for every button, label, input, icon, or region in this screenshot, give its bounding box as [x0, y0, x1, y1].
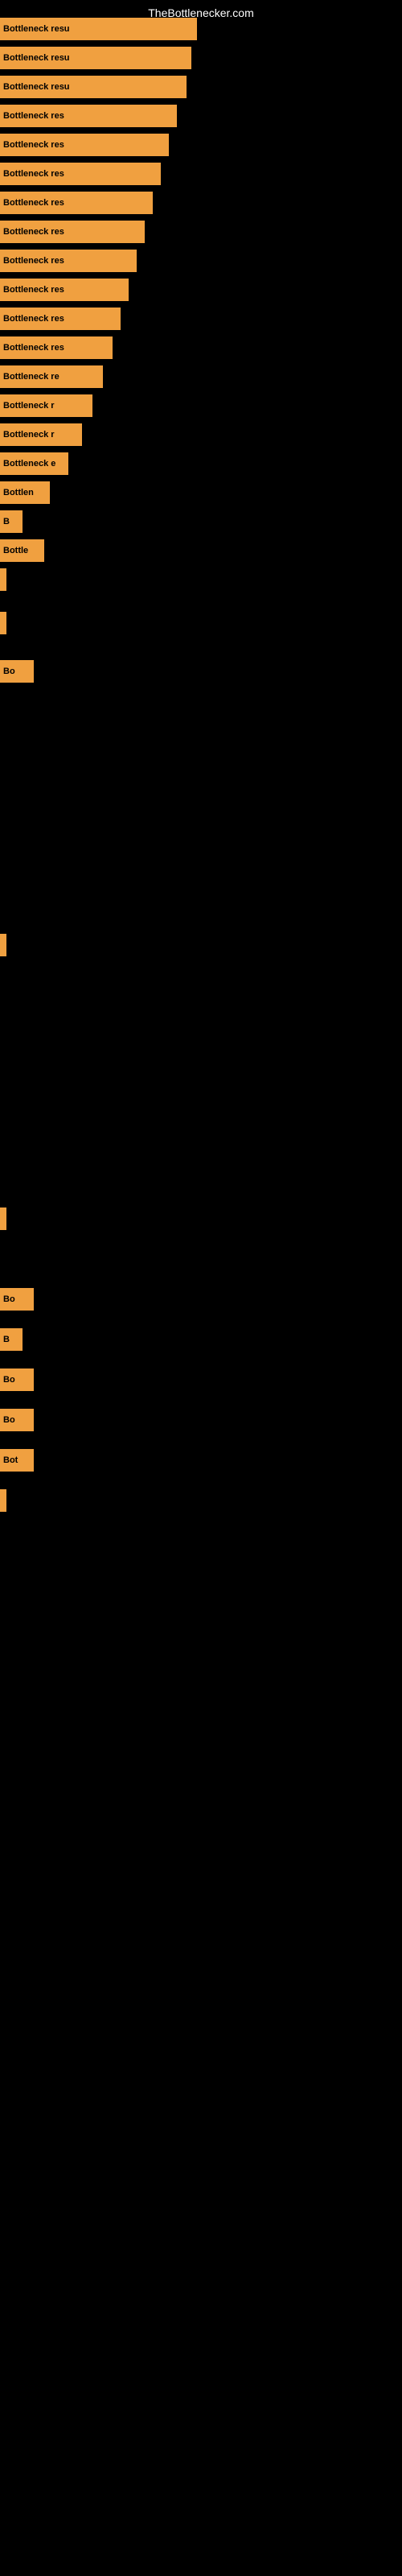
bar-label: Bottleneck r	[3, 401, 55, 411]
bar-label: Bottleneck resu	[3, 53, 70, 63]
bar-item: B	[0, 1328, 23, 1351]
bar-item: Bo	[0, 1368, 34, 1391]
bar-item	[0, 1208, 6, 1230]
bar-item: B	[0, 510, 23, 533]
bar-label: Bottleneck e	[3, 459, 55, 469]
bar-label: Bottleneck res	[3, 256, 64, 266]
bar-label: Bo	[3, 1415, 15, 1425]
bar-item	[0, 934, 6, 956]
bar-item: Bottleneck res	[0, 163, 161, 185]
bar-label: Bo	[3, 1294, 15, 1304]
bar-label: Bottleneck res	[3, 314, 64, 324]
bar-label: B	[3, 517, 10, 526]
bar-item: Bot	[0, 1449, 34, 1472]
bar-label: Bo	[3, 667, 15, 676]
bar-item: Bottleneck re	[0, 365, 103, 388]
bar-label: Bot	[3, 1455, 18, 1465]
bar-item: Bottleneck res	[0, 134, 169, 156]
bar-item: Bo	[0, 1409, 34, 1431]
bar-label: B	[3, 1335, 10, 1344]
bar-label: Bottleneck res	[3, 140, 64, 150]
bar-item: Bottleneck res	[0, 279, 129, 301]
bar-item: Bottleneck resu	[0, 18, 197, 40]
bar-item: Bo	[0, 660, 34, 683]
bar-label: Bottleneck res	[3, 343, 64, 353]
bar-item: Bottleneck r	[0, 394, 92, 417]
bar-item: Bottleneck res	[0, 192, 153, 214]
bar-label: Bottlen	[3, 488, 34, 497]
bar-item: Bottlen	[0, 481, 50, 504]
bar-label: Bottleneck res	[3, 198, 64, 208]
bar-item: Bo	[0, 1288, 34, 1311]
bar-item	[0, 1489, 6, 1512]
bar-label: Bottle	[3, 546, 28, 555]
bar-item: Bottleneck res	[0, 105, 177, 127]
bar-label: Bottleneck res	[3, 285, 64, 295]
bar-item: Bottleneck res	[0, 336, 113, 359]
bar-item: Bottleneck res	[0, 250, 137, 272]
bar-item: Bottleneck res	[0, 221, 145, 243]
bar-label: Bottleneck re	[3, 372, 59, 382]
bar-label: Bottleneck res	[3, 169, 64, 179]
bar-label: Bottleneck resu	[3, 82, 70, 92]
bar-item: Bottleneck resu	[0, 76, 187, 98]
bar-item: Bottleneck resu	[0, 47, 191, 69]
bar-item: Bottleneck e	[0, 452, 68, 475]
bar-label: Bottleneck r	[3, 430, 55, 440]
bar-label: Bottleneck resu	[3, 24, 70, 34]
bar-item: Bottleneck r	[0, 423, 82, 446]
bar-item	[0, 612, 6, 634]
bar-label: Bo	[3, 1375, 15, 1385]
bar-label: Bottleneck res	[3, 111, 64, 121]
bar-item: Bottleneck res	[0, 308, 121, 330]
bar-item: Bottle	[0, 539, 44, 562]
bar-item	[0, 568, 6, 591]
bar-label: Bottleneck res	[3, 227, 64, 237]
